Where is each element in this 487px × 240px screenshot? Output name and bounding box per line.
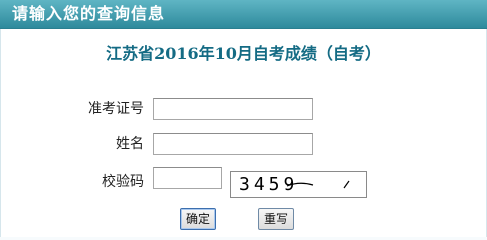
name-label: 姓名 bbox=[116, 136, 144, 152]
exam-title: 江苏省2016年10月自考成绩（自考） bbox=[106, 44, 381, 63]
reset-button[interactable]: 重写 bbox=[258, 208, 294, 230]
captcha-graphic: 3459 bbox=[239, 174, 350, 195]
exam-number-input[interactable] bbox=[153, 98, 313, 120]
exam-number-label: 准考证号 bbox=[88, 101, 144, 117]
verify-code-label: 校验码 bbox=[102, 174, 144, 190]
captcha-image[interactable]: 3459 bbox=[230, 171, 367, 198]
header-title: 请输入您的查询信息 bbox=[12, 4, 166, 23]
header-bar: 请输入您的查询信息 bbox=[0, 0, 487, 29]
verify-code-input[interactable] bbox=[153, 167, 222, 189]
confirm-button[interactable]: 确定 bbox=[180, 208, 216, 230]
name-input[interactable] bbox=[153, 133, 313, 155]
